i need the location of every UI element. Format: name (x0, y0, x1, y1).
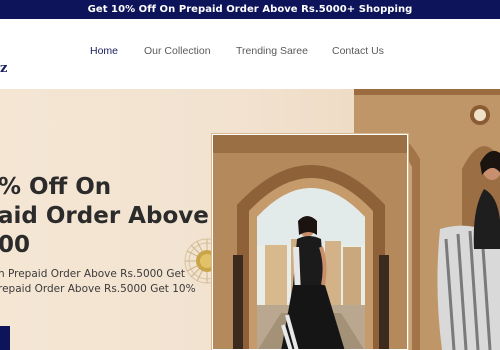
nav-trending-saree[interactable]: Trending Saree (236, 45, 308, 57)
announcement-text: Get 10% Off On Prepaid Order Above Rs.50… (87, 4, 413, 15)
hero-headline-line: 00 (0, 232, 31, 258)
hero-subtext-line: n Prepaid Order Above Rs.5000 Get (0, 268, 186, 280)
shop-now-button[interactable] (0, 326, 10, 350)
nav-our-collection[interactable]: Our Collection (144, 45, 211, 57)
site-logo[interactable]: z (0, 61, 7, 76)
product-photo[interactable] (211, 133, 409, 350)
hero-subtext-line: repaid Order Above Rs.5000 Get 10% (0, 283, 196, 295)
hero-headline: % Off On aid Order Above 00 (0, 173, 209, 260)
hero-headline-line: % Off On (0, 174, 112, 200)
nav-home[interactable]: Home (90, 45, 118, 57)
hero-subtext: n Prepaid Order Above Rs.5000 Get repaid… (0, 267, 198, 297)
site-header: z Home Our Collection Trending Saree Con… (0, 19, 500, 89)
announcement-bar: Get 10% Off On Prepaid Order Above Rs.50… (0, 0, 500, 19)
nav-contact-us[interactable]: Contact Us (332, 45, 384, 57)
saree-model-image (213, 135, 407, 349)
hero-headline-line: aid Order Above (0, 203, 209, 229)
hero-banner[interactable]: % Off On aid Order Above 00 n Prepaid Or… (0, 89, 500, 350)
